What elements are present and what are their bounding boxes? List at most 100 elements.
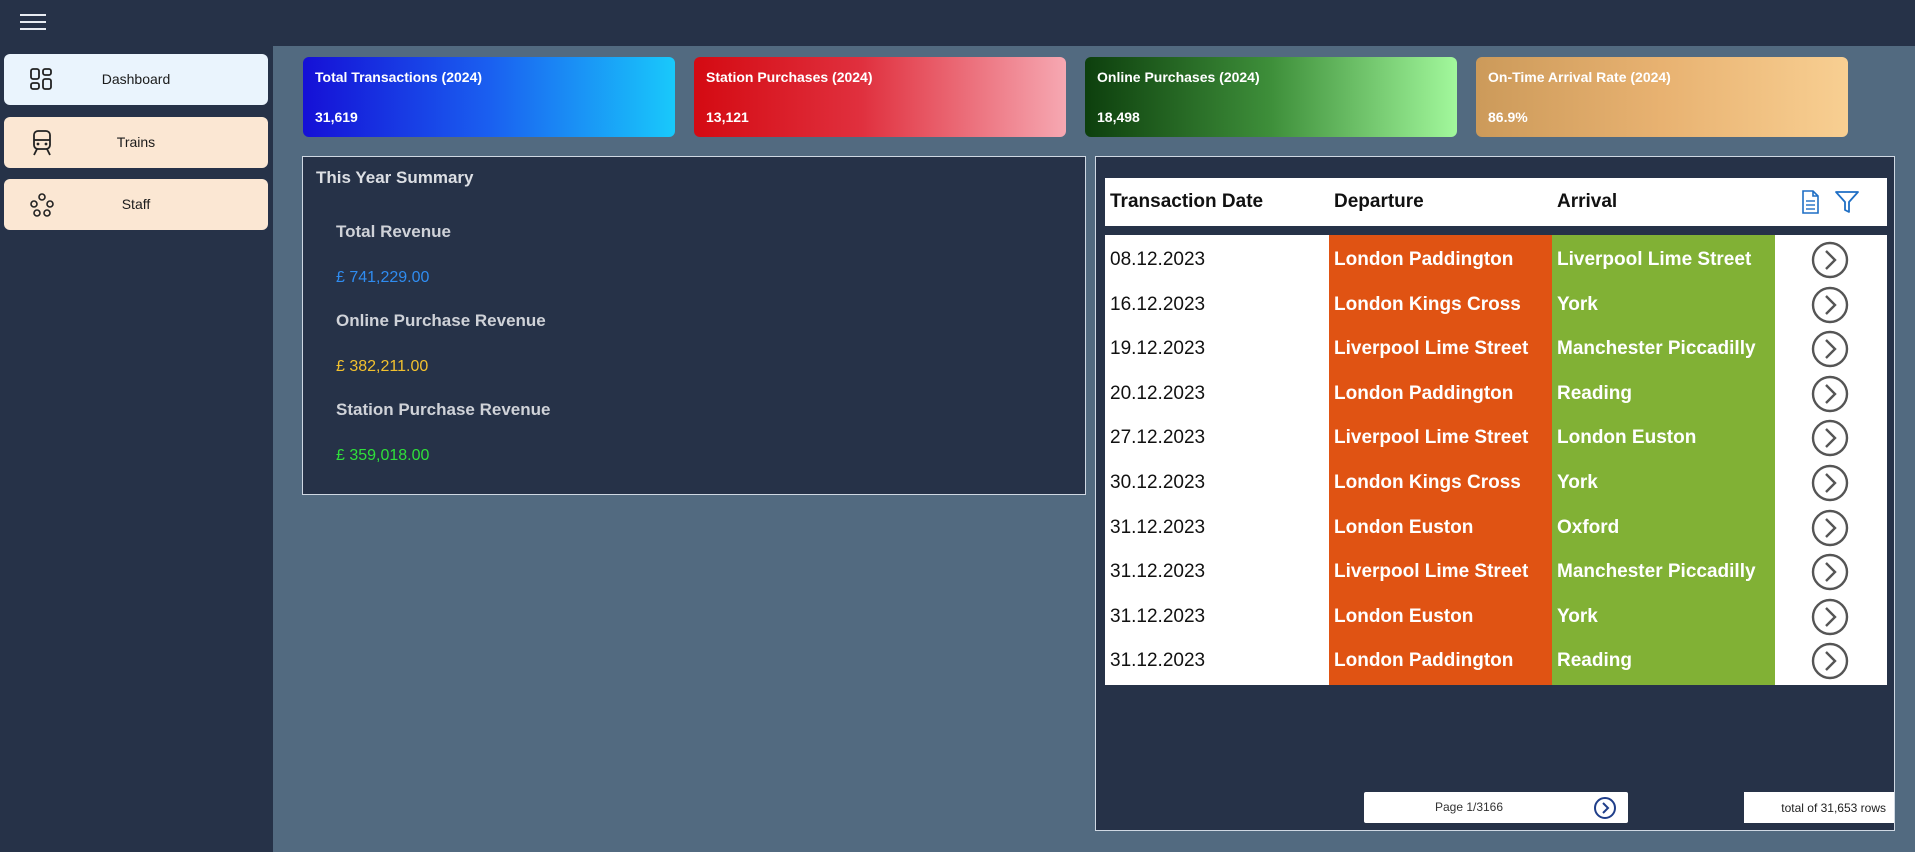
sidebar-item-label: Trains: [116, 134, 156, 150]
cell-departure: London Euston: [1329, 591, 1552, 641]
cell-departure: London Euston: [1329, 502, 1552, 552]
cell-transaction-date: 31.12.2023: [1105, 636, 1329, 686]
kpi-title: Station Purchases (2024): [706, 69, 873, 85]
kpi-title: Online Purchases (2024): [1097, 69, 1260, 85]
chevron-right-circle-icon[interactable]: [1810, 374, 1850, 414]
table-row[interactable]: 31.12.2023 London Paddington Reading: [1105, 636, 1887, 686]
cell-action: [1775, 324, 1887, 374]
cell-transaction-date: 20.12.2023: [1105, 368, 1329, 418]
cell-transaction-date: 27.12.2023: [1105, 413, 1329, 463]
sidebar-item-staff[interactable]: Staff: [4, 179, 268, 230]
kpi-value: 13,121: [706, 109, 749, 125]
cell-action: [1775, 235, 1887, 284]
cell-arrival: London Euston: [1552, 413, 1775, 463]
cell-departure: London Paddington: [1329, 235, 1552, 284]
kpi-value: 18,498: [1097, 109, 1140, 125]
kpi-title: Total Transactions (2024): [315, 69, 483, 85]
table-row[interactable]: 19.12.2023 Liverpool Lime Street Mancheste…: [1105, 324, 1887, 374]
table-header: Transaction Date Departure Arrival: [1105, 178, 1887, 226]
chevron-right-circle-icon[interactable]: [1810, 597, 1850, 637]
kpi-card-online-purchases: Online Purchases (2024) 18,498: [1085, 57, 1457, 137]
table-row[interactable]: 27.12.2023 Liverpool Lime Street London Eu…: [1105, 413, 1887, 463]
cell-arrival: Manchester Piccadilly: [1552, 547, 1775, 597]
staff-icon: [30, 193, 54, 217]
column-header-departure: Departure: [1334, 191, 1424, 212]
total-revenue-label: Total Revenue: [336, 222, 451, 241]
cell-arrival: Oxford: [1552, 502, 1775, 552]
table-row[interactable]: 30.12.2023 London Kings Cross York: [1105, 458, 1887, 507]
cell-departure: London Paddington: [1329, 636, 1552, 686]
table-row[interactable]: 31.12.2023 Liverpool Lime Street Mancheste…: [1105, 547, 1887, 597]
transactions-table-panel: Transaction Date Departure Arrival 08.12…: [1095, 156, 1895, 831]
chevron-right-circle-icon[interactable]: [1810, 285, 1850, 325]
chevron-right-circle-icon[interactable]: [1810, 508, 1850, 548]
cell-departure: Liverpool Lime Street: [1329, 324, 1552, 374]
cell-transaction-date: 16.12.2023: [1105, 279, 1329, 329]
sidebar-item-label: Staff: [121, 196, 151, 212]
table-row[interactable]: 08.12.2023 London Paddington Liverpool Lim…: [1105, 235, 1887, 284]
cell-arrival: Liverpool Lime Street: [1552, 235, 1775, 284]
chevron-right-circle-icon[interactable]: [1810, 418, 1850, 458]
cell-departure: London Kings Cross: [1329, 279, 1552, 329]
cell-departure: London Paddington: [1329, 368, 1552, 418]
cell-action: [1775, 547, 1887, 597]
sidebar-item-label: Dashboard: [101, 71, 171, 87]
cell-transaction-date: 08.12.2023: [1105, 235, 1329, 284]
cell-arrival: York: [1552, 279, 1775, 329]
total-revenue-value: £ 741,229.00: [336, 269, 430, 286]
document-icon[interactable]: [1800, 190, 1820, 214]
top-bar: [0, 0, 1915, 46]
cell-arrival: Manchester Piccadilly: [1552, 324, 1775, 374]
summary-title: This Year Summary: [316, 168, 474, 187]
sidebar: Dashboard Trains Staff: [0, 46, 273, 852]
table-row[interactable]: 31.12.2023 London Euston York: [1105, 591, 1887, 641]
train-icon: [33, 130, 51, 156]
filter-icon[interactable]: [1834, 190, 1860, 214]
next-page-icon[interactable]: [1593, 796, 1617, 820]
chevron-right-circle-icon[interactable]: [1810, 240, 1850, 280]
cell-departure: London Kings Cross: [1329, 458, 1552, 507]
total-rows-label: total of 31,653 rows: [1744, 792, 1894, 823]
year-summary-panel: This Year Summary Total Revenue £ 741,22…: [302, 156, 1086, 495]
kpi-value: 31,619: [315, 109, 358, 125]
page-indicator: Page 1/3166: [1434, 800, 1504, 814]
station-revenue-label: Station Purchase Revenue: [336, 400, 551, 419]
table-row[interactable]: 16.12.2023 London Kings Cross York: [1105, 279, 1887, 329]
cell-transaction-date: 30.12.2023: [1105, 458, 1329, 507]
online-revenue-label: Online Purchase Revenue: [336, 311, 546, 330]
cell-action: [1775, 458, 1887, 507]
cell-action: [1775, 279, 1887, 329]
main-content: Total Transactions (2024) 31,619 Station…: [273, 46, 1915, 852]
cell-transaction-date: 31.12.2023: [1105, 547, 1329, 597]
cell-action: [1775, 368, 1887, 418]
cell-arrival: York: [1552, 458, 1775, 507]
dashboard-icon: [30, 68, 52, 90]
pagination: Page 1/3166: [1364, 792, 1628, 823]
cell-transaction-date: 19.12.2023: [1105, 324, 1329, 374]
chevron-right-circle-icon[interactable]: [1810, 463, 1850, 503]
cell-departure: Liverpool Lime Street: [1329, 413, 1552, 463]
cell-departure: Liverpool Lime Street: [1329, 547, 1552, 597]
table-row[interactable]: 20.12.2023 London Paddington Reading: [1105, 368, 1887, 418]
cell-arrival: Reading: [1552, 636, 1775, 686]
chevron-right-circle-icon[interactable]: [1810, 641, 1850, 681]
online-revenue-value: £ 382,211.00: [336, 358, 429, 375]
sidebar-item-dashboard[interactable]: Dashboard: [4, 54, 268, 105]
chevron-right-circle-icon[interactable]: [1810, 329, 1850, 369]
cell-transaction-date: 31.12.2023: [1105, 591, 1329, 641]
hamburger-icon[interactable]: [20, 14, 46, 32]
cell-action: [1775, 413, 1887, 463]
cell-action: [1775, 502, 1887, 552]
cell-arrival: York: [1552, 591, 1775, 641]
kpi-card-station-purchases: Station Purchases (2024) 13,121: [694, 57, 1066, 137]
cell-action: [1775, 636, 1887, 686]
station-revenue-value: £ 359,018.00: [336, 447, 430, 464]
column-header-arrival: Arrival: [1557, 191, 1618, 212]
cell-transaction-date: 31.12.2023: [1105, 502, 1329, 552]
cell-action: [1775, 591, 1887, 641]
table-row[interactable]: 31.12.2023 London Euston Oxford: [1105, 502, 1887, 552]
column-header-date: Transaction Date: [1110, 191, 1264, 212]
chevron-right-circle-icon[interactable]: [1810, 552, 1850, 592]
cell-arrival: Reading: [1552, 368, 1775, 418]
sidebar-item-trains[interactable]: Trains: [4, 117, 268, 168]
